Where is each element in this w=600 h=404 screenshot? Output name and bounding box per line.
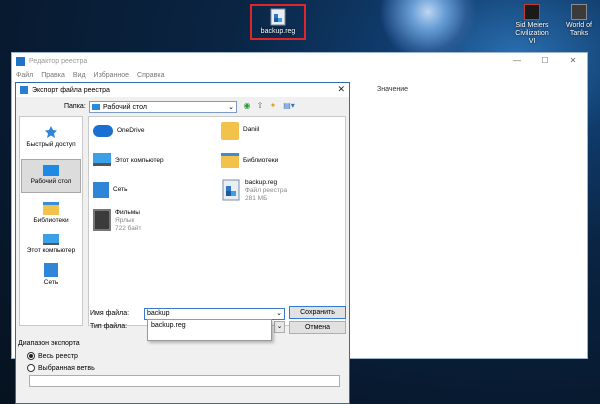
desktop-icon-label: backup.reg bbox=[260, 28, 296, 35]
dialog-toolbar: ◉ ⇧ ✦ ▤▾ bbox=[242, 101, 297, 113]
export-range-title: Диапазон экспорта bbox=[18, 340, 80, 347]
close-icon[interactable]: ✕ bbox=[559, 53, 587, 69]
column-header-value[interactable]: Значение bbox=[377, 86, 408, 93]
desktop-icon-civilization[interactable]: Sid Meiers Civilization VI bbox=[512, 4, 552, 46]
cloud-icon bbox=[93, 125, 113, 137]
place-network[interactable]: Сеть bbox=[21, 263, 81, 287]
file-size: 722 байт bbox=[115, 225, 142, 232]
file-name: backup.reg bbox=[245, 179, 278, 186]
window-controls: — ☐ ✕ bbox=[503, 53, 587, 69]
network-icon bbox=[93, 182, 109, 198]
menu-edit[interactable]: Правка bbox=[41, 72, 65, 79]
list-item[interactable]: Библиотеки bbox=[221, 153, 278, 168]
file-type: Ярлык bbox=[115, 217, 135, 224]
libraries-icon bbox=[221, 153, 239, 168]
autocomplete-option[interactable]: backup.reg bbox=[151, 322, 268, 329]
registry-title-bar: Редактор реестра bbox=[12, 53, 587, 69]
network-icon bbox=[44, 263, 58, 277]
file-name: OneDrive bbox=[117, 127, 145, 134]
desktop-icon-label: World of Tanks bbox=[566, 22, 592, 37]
export-range-group: Диапазон экспорта Весь реестр Выбранная … bbox=[18, 340, 347, 400]
desktop-folder-icon bbox=[92, 104, 100, 110]
list-item[interactable]: backup.reg Файл реестра 281 МБ bbox=[221, 179, 287, 203]
cancel-button[interactable]: Отмена bbox=[289, 321, 346, 334]
menu-view[interactable]: Вид bbox=[73, 72, 86, 79]
chevron-down-icon[interactable]: ⌄ bbox=[276, 309, 282, 319]
filetype-label: Тип файла: bbox=[90, 323, 128, 330]
desktop-icon-world-of-tanks[interactable]: World of Tanks bbox=[560, 4, 598, 38]
list-item[interactable]: Сеть bbox=[93, 182, 127, 198]
place-desktop[interactable]: Рабочий стол bbox=[21, 159, 81, 193]
computer-icon bbox=[43, 234, 59, 245]
maximize-icon[interactable]: ☐ bbox=[531, 53, 559, 69]
world-of-tanks-icon bbox=[571, 4, 587, 20]
new-folder-icon[interactable]: ✦ bbox=[268, 101, 278, 111]
minimize-icon[interactable]: — bbox=[503, 53, 531, 69]
up-folder-icon[interactable]: ⇧ bbox=[255, 101, 265, 111]
radio-all-registry[interactable]: Весь реестр bbox=[27, 352, 78, 360]
menu-help[interactable]: Справка bbox=[137, 72, 164, 79]
wallpaper-planet bbox=[378, 0, 478, 60]
list-item[interactable]: Daniil bbox=[221, 122, 259, 140]
desktop-icon-backup[interactable]: backup.reg bbox=[250, 4, 306, 40]
branch-path-input[interactable] bbox=[29, 375, 340, 387]
desktop-icon bbox=[43, 165, 59, 176]
chevron-down-icon: ⌄ bbox=[228, 104, 234, 111]
file-name: Daniil bbox=[243, 126, 260, 133]
file-list: OneDrive Daniil Этот компьютер Библиотек… bbox=[88, 116, 346, 326]
place-quick-access[interactable]: Быстрый доступ bbox=[21, 125, 81, 149]
radio-label: Весь реестр bbox=[38, 352, 78, 360]
dialog-title-bar: Экспорт файла реестра bbox=[16, 83, 349, 97]
registry-app-icon bbox=[16, 56, 25, 66]
registry-title: Редактор реестра bbox=[29, 57, 88, 65]
file-name: Фильмы bbox=[115, 209, 140, 216]
place-label: Этот компьютер bbox=[26, 247, 76, 254]
place-label: Рабочий стол bbox=[30, 178, 72, 185]
place-this-pc[interactable]: Этот компьютер bbox=[21, 234, 81, 255]
file-name: Сеть bbox=[113, 186, 128, 193]
list-item[interactable]: Фильмы Ярлык 722 байт bbox=[93, 209, 141, 233]
reg-file-icon bbox=[270, 8, 286, 26]
dialog-title: Экспорт файла реестра bbox=[32, 86, 110, 94]
view-menu-icon[interactable]: ▤▾ bbox=[281, 101, 297, 111]
save-button[interactable]: Сохранить bbox=[289, 306, 346, 319]
civilization-icon bbox=[524, 4, 540, 20]
places-bar: Быстрый доступ Рабочий стол Библиотеки Э… bbox=[19, 116, 83, 326]
radio-selected-icon bbox=[27, 352, 35, 360]
film-shortcut-icon bbox=[93, 209, 111, 231]
radio-selected-branch[interactable]: Выбранная ветвь bbox=[27, 364, 95, 372]
star-icon bbox=[44, 125, 58, 139]
radio-unselected-icon bbox=[27, 364, 35, 372]
look-in-select[interactable]: Рабочий стол ⌄ bbox=[89, 101, 237, 113]
place-label: Быстрый доступ bbox=[26, 141, 76, 148]
menu-file[interactable]: Файл bbox=[16, 72, 33, 79]
look-in-value: Рабочий стол bbox=[103, 103, 147, 111]
close-icon[interactable]: ✕ bbox=[337, 84, 345, 95]
reg-file-icon bbox=[221, 179, 241, 201]
place-libraries[interactable]: Библиотеки bbox=[21, 202, 81, 225]
libraries-icon bbox=[43, 202, 59, 215]
filename-value: backup bbox=[147, 310, 170, 317]
file-size: 281 МБ bbox=[245, 195, 268, 202]
filetype-chevron-icon[interactable]: ⌄ bbox=[274, 321, 285, 333]
file-type: Файл реестра bbox=[245, 187, 288, 194]
user-folder-icon bbox=[221, 122, 239, 140]
menu-favorites[interactable]: Избранное bbox=[94, 72, 129, 79]
export-dialog: Экспорт файла реестра ✕ Папка: Рабочий с… bbox=[15, 82, 350, 404]
list-item[interactable]: Этот компьютер bbox=[93, 153, 164, 166]
registry-menu-bar: Файл Правка Вид Избранное Справка bbox=[12, 69, 587, 81]
file-name: Этот компьютер bbox=[115, 157, 164, 164]
computer-icon bbox=[93, 153, 111, 166]
dialog-app-icon bbox=[20, 86, 28, 94]
autocomplete-dropdown: backup.reg bbox=[147, 319, 272, 341]
list-item[interactable]: OneDrive bbox=[93, 125, 144, 137]
filename-label: Имя файла: bbox=[90, 310, 130, 317]
file-name: Библиотеки bbox=[243, 157, 279, 164]
back-icon[interactable]: ◉ bbox=[242, 101, 252, 111]
look-in-label: Папка: bbox=[64, 103, 86, 110]
desktop-icon-label: Sid Meiers Civilization VI bbox=[515, 22, 549, 45]
radio-label: Выбранная ветвь bbox=[38, 364, 95, 372]
place-label: Библиотеки bbox=[33, 217, 69, 224]
place-label: Сеть bbox=[43, 279, 59, 286]
